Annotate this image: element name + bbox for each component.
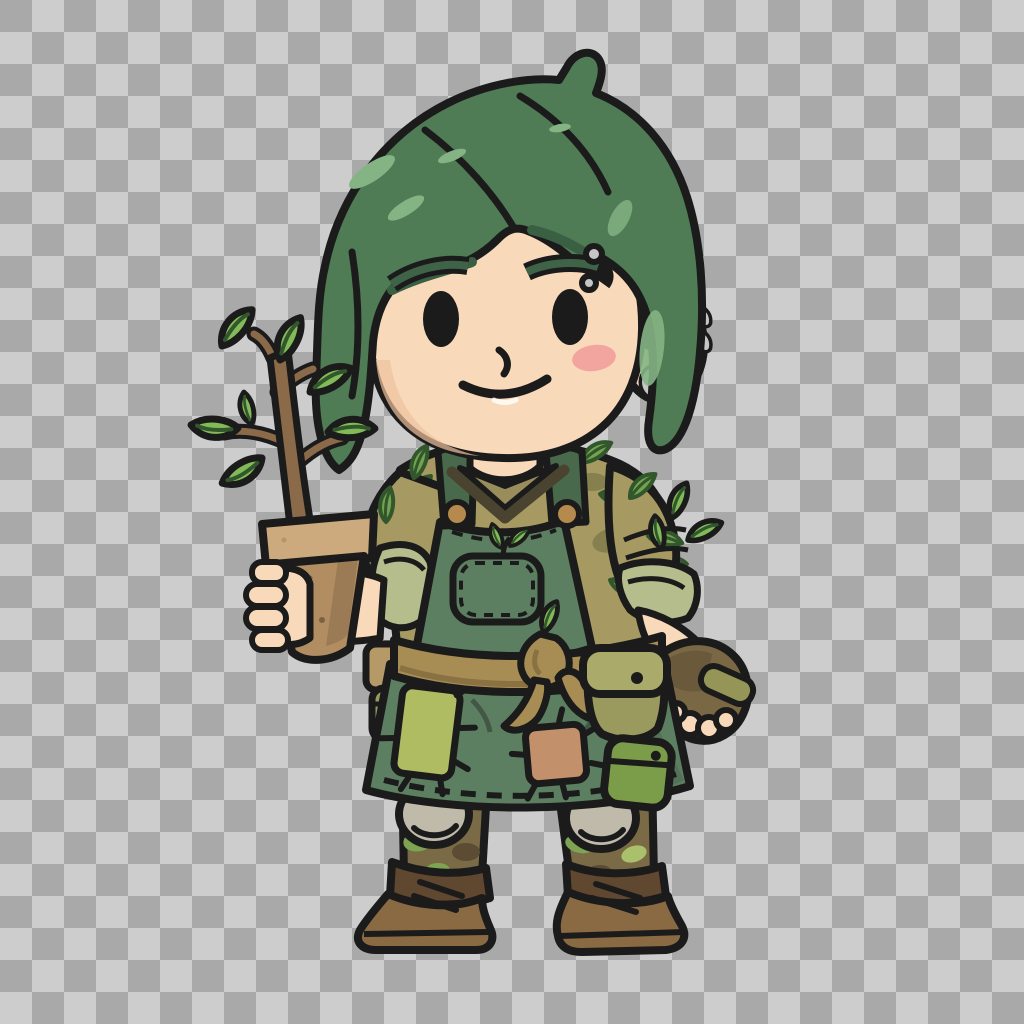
transparency-checkerboard-background (0, 0, 1024, 1024)
left-eye (423, 291, 459, 347)
character-illustration (0, 0, 1024, 1024)
apron-pocket (453, 556, 541, 622)
right-eye (552, 289, 588, 345)
pot-holding-hand (246, 562, 310, 650)
combat-boots (358, 862, 684, 952)
head (316, 53, 706, 470)
